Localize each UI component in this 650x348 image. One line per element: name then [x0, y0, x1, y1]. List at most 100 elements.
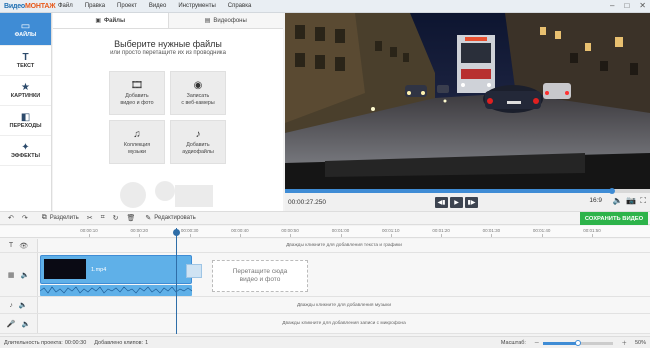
panel-subtitle: или просто перетащите их из проводника [110, 50, 226, 56]
menu-edit[interactable]: Правка [79, 3, 111, 9]
next-icon[interactable]: ▮▶ [465, 196, 478, 208]
volume-icon[interactable]: 🔈 [612, 196, 622, 206]
menu-video[interactable]: Видео [143, 3, 173, 9]
zoom-knob[interactable] [575, 339, 582, 346]
preview-panel: 00:00:27.250 ◀▮ ▶ ▮▶ 16:9 🔈 📷 ⛶ [285, 13, 650, 211]
ruler-tick [239, 234, 241, 237]
folder-icon: ▭ [20, 20, 31, 32]
zoom-value: 50% [634, 340, 646, 346]
video-preview[interactable] [285, 13, 650, 189]
zoom-out-icon[interactable]: － [534, 339, 540, 347]
crop-icon[interactable]: ⌗ [101, 214, 105, 222]
duration-label: Длительность проекта: [4, 339, 63, 346]
panel-title: Выберите нужные файлы [114, 39, 222, 49]
ruler-tick-label: 00:01:20 [432, 228, 450, 233]
tile-label: видео и фото [120, 99, 154, 106]
drop-zone[interactable]: Перетащите сюда видео и фото [212, 260, 308, 292]
preview-tools: 🔈 📷 ⛶ [612, 196, 646, 206]
redo-icon[interactable]: ↷ [22, 214, 28, 222]
tab-label: Видеофоны [213, 17, 247, 24]
previous-icon[interactable]: ◀▮ [435, 196, 448, 208]
nav-item-files[interactable]: ▭ ФАЙЛЫ [0, 13, 51, 46]
nav-item-text[interactable]: T ТЕКСТ [0, 46, 51, 76]
play-icon[interactable]: ▶ [450, 196, 463, 208]
add-video-photo-button[interactable]: 🎞 Добавить видео и фото [109, 71, 165, 115]
add-audio-icon: ♪ [195, 129, 201, 140]
menu-tools[interactable]: Инструменты [172, 3, 221, 9]
split-icon[interactable]: ⧉ [42, 214, 47, 222]
zoom-label: Масштаб: [500, 340, 526, 346]
volume-icon[interactable]: 🔈 [19, 301, 28, 309]
ruler-tick [340, 234, 342, 237]
maximize-icon[interactable]: □ [624, 1, 629, 10]
nav-label: ТЕКСТ [16, 63, 35, 69]
ruler-tick-label: 00:00:10 [80, 228, 98, 233]
ruler-tick-label: 00:01:40 [532, 228, 551, 233]
playback-progress-bar[interactable] [285, 188, 650, 194]
tab-video-backgrounds[interactable]: ▤ Видеофоны [169, 13, 284, 28]
edit-icon[interactable]: ✎ [145, 214, 151, 222]
nav-item-effects[interactable]: ✦ ЭФФЕКТЫ [0, 136, 51, 166]
menu-project[interactable]: Проект [111, 3, 143, 9]
duration-value: 00:00:30 [64, 339, 87, 346]
visibility-icon[interactable]: 👁 [19, 242, 28, 250]
fullscreen-icon[interactable]: ⛶ [640, 196, 646, 206]
clips-label: Добавлено клипов: [94, 339, 144, 346]
save-video-button[interactable]: СОХРАНИТЬ ВИДЕО [580, 212, 648, 225]
nav-item-transitions[interactable]: ◧ ПЕРЕХОДЫ [0, 106, 51, 136]
playhead[interactable] [176, 228, 177, 334]
panel-tabs: ▣ Файлы ▤ Видеофоны [53, 13, 283, 29]
ruler-tick-label: 00:00:20 [130, 228, 149, 233]
files-panel: ▣ Файлы ▤ Видеофоны Выберите нужные файл… [53, 13, 283, 211]
star-icon: ★ [21, 82, 30, 93]
clip-name: 1.mp4 [91, 267, 107, 273]
zoom-control: Масштаб: － ＋ 50% [497, 339, 646, 347]
snapshot-icon[interactable]: 📷 [626, 196, 636, 206]
nav-label: ПЕРЕХОДЫ [9, 123, 42, 129]
ruler-tick [189, 234, 191, 237]
aspect-ratio-selector[interactable]: 16:9 [589, 197, 602, 204]
add-audio-button[interactable]: ♪ Добавить аудиофайлы [170, 120, 226, 164]
split-button[interactable]: Разделить [50, 215, 79, 221]
clip-waveform[interactable] [40, 285, 192, 296]
music-collection-button[interactable]: ♫ Коллекция музыки [109, 120, 165, 164]
drop-label: видео и фото [239, 276, 281, 283]
playhead-handle[interactable] [173, 229, 180, 236]
video-clip[interactable]: 1.mp4 [40, 255, 192, 284]
edit-button[interactable]: Редактировать [154, 215, 195, 221]
timeline-toolbar: ↶ ↷ ⧉ Разделить ✂ ⌗ ↻ 🗑 ✎ Редактировать … [0, 211, 650, 225]
file-tiles: 🎞 Добавить видео и фото ◉ Записать с веб… [109, 71, 227, 164]
title-bar: ВидеоМОНТАЖ Файл Правка Проект Видео Инс… [0, 0, 650, 13]
volume-icon[interactable]: 🔈 [20, 271, 29, 279]
timecode: 00:00:27.250 [288, 198, 326, 206]
cut-icon[interactable]: ✂ [87, 214, 93, 222]
undo-icon[interactable]: ↶ [8, 214, 14, 222]
ruler-tick [541, 234, 543, 237]
tile-label: с веб-камеры [181, 99, 215, 106]
menu-bar: Файл Правка Проект Видео Инструменты Спр… [52, 3, 257, 9]
record-webcam-button[interactable]: ◉ Записать с веб-камеры [170, 71, 226, 115]
track-header: ♪ 🔈 [0, 297, 38, 313]
text-track[interactable]: T 👁 Дважды кликните для добавления текст… [0, 239, 650, 253]
clip-thumbnail [44, 259, 86, 279]
tab-files[interactable]: ▣ Файлы [53, 13, 169, 28]
window-controls: – □ ✕ [610, 1, 646, 10]
ruler-tick [89, 234, 90, 237]
menu-help[interactable]: Справка [222, 3, 258, 9]
delete-icon[interactable]: 🗑 [127, 214, 136, 222]
close-icon[interactable]: ✕ [639, 1, 646, 10]
music-track[interactable]: ♪ 🔈 Дважды кликните для добавления музык… [0, 297, 650, 314]
zoom-slider[interactable] [543, 339, 614, 346]
magic-wand-icon: ✦ [21, 142, 30, 153]
timeline-ruler[interactable]: 00:00:10 00:00:20 00:00:30 00:00:40 00:00:50… [0, 226, 650, 238]
volume-icon[interactable]: 🔈 [22, 320, 31, 328]
text-track-icon: T [8, 242, 14, 249]
zoom-in-icon[interactable]: ＋ [621, 339, 627, 347]
minimize-icon[interactable]: – [610, 1, 614, 10]
drop-image-icon [186, 264, 202, 278]
menu-file[interactable]: Файл [52, 3, 79, 9]
microphone-track[interactable]: 🎤 🔈 Дважды кликните для добавления запис… [0, 314, 650, 334]
music-icon: ♫ [133, 129, 141, 140]
nav-item-images[interactable]: ★ КАРТИНКИ [0, 76, 51, 106]
rotate-icon[interactable]: ↻ [113, 214, 119, 222]
